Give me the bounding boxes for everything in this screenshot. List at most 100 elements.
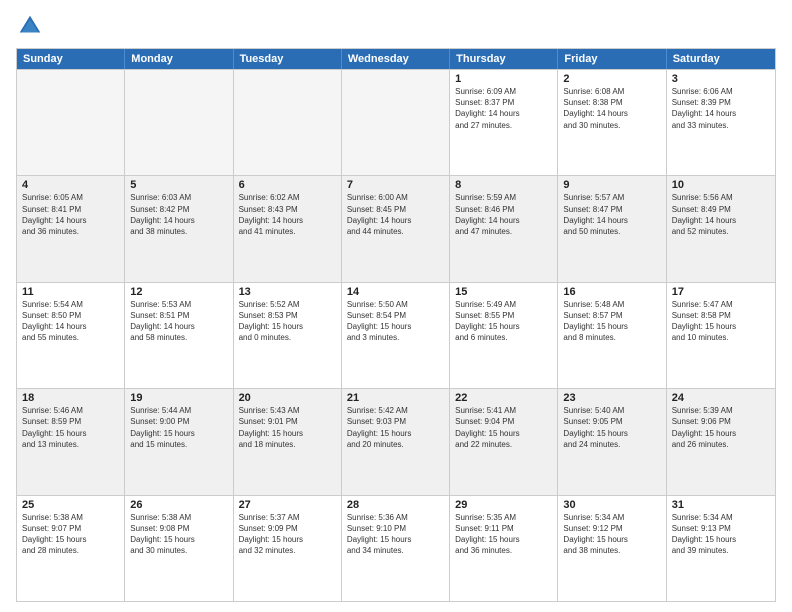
day-cell: 17Sunrise: 5:47 AM Sunset: 8:58 PM Dayli… bbox=[667, 283, 775, 388]
day-number: 14 bbox=[347, 286, 444, 298]
day-cell: 3Sunrise: 6:06 AM Sunset: 8:39 PM Daylig… bbox=[667, 70, 775, 175]
day-cell: 11Sunrise: 5:54 AM Sunset: 8:50 PM Dayli… bbox=[17, 283, 125, 388]
day-number: 13 bbox=[239, 286, 336, 298]
day-info: Sunrise: 5:41 AM Sunset: 9:04 PM Dayligh… bbox=[455, 405, 552, 450]
day-info: Sunrise: 5:34 AM Sunset: 9:13 PM Dayligh… bbox=[672, 512, 770, 557]
day-cell: 13Sunrise: 5:52 AM Sunset: 8:53 PM Dayli… bbox=[234, 283, 342, 388]
day-info: Sunrise: 5:54 AM Sunset: 8:50 PM Dayligh… bbox=[22, 299, 119, 344]
logo-icon bbox=[16, 12, 44, 40]
day-info: Sunrise: 6:09 AM Sunset: 8:37 PM Dayligh… bbox=[455, 86, 552, 131]
day-info: Sunrise: 5:49 AM Sunset: 8:55 PM Dayligh… bbox=[455, 299, 552, 344]
day-number: 21 bbox=[347, 392, 444, 404]
day-cell: 6Sunrise: 6:02 AM Sunset: 8:43 PM Daylig… bbox=[234, 176, 342, 281]
day-cell: 12Sunrise: 5:53 AM Sunset: 8:51 PM Dayli… bbox=[125, 283, 233, 388]
day-info: Sunrise: 5:47 AM Sunset: 8:58 PM Dayligh… bbox=[672, 299, 770, 344]
header bbox=[16, 12, 776, 40]
day-number: 16 bbox=[563, 286, 660, 298]
day-info: Sunrise: 5:56 AM Sunset: 8:49 PM Dayligh… bbox=[672, 192, 770, 237]
day-info: Sunrise: 5:43 AM Sunset: 9:01 PM Dayligh… bbox=[239, 405, 336, 450]
day-number: 3 bbox=[672, 73, 770, 85]
day-cell: 22Sunrise: 5:41 AM Sunset: 9:04 PM Dayli… bbox=[450, 389, 558, 494]
day-info: Sunrise: 6:03 AM Sunset: 8:42 PM Dayligh… bbox=[130, 192, 227, 237]
header-cell-tuesday: Tuesday bbox=[234, 49, 342, 69]
day-cell: 15Sunrise: 5:49 AM Sunset: 8:55 PM Dayli… bbox=[450, 283, 558, 388]
day-cell: 19Sunrise: 5:44 AM Sunset: 9:00 PM Dayli… bbox=[125, 389, 233, 494]
day-cell: 27Sunrise: 5:37 AM Sunset: 9:09 PM Dayli… bbox=[234, 496, 342, 601]
day-cell: 20Sunrise: 5:43 AM Sunset: 9:01 PM Dayli… bbox=[234, 389, 342, 494]
day-cell: 2Sunrise: 6:08 AM Sunset: 8:38 PM Daylig… bbox=[558, 70, 666, 175]
day-cell: 9Sunrise: 5:57 AM Sunset: 8:47 PM Daylig… bbox=[558, 176, 666, 281]
day-info: Sunrise: 6:08 AM Sunset: 8:38 PM Dayligh… bbox=[563, 86, 660, 131]
day-number: 12 bbox=[130, 286, 227, 298]
day-cell: 18Sunrise: 5:46 AM Sunset: 8:59 PM Dayli… bbox=[17, 389, 125, 494]
day-info: Sunrise: 5:48 AM Sunset: 8:57 PM Dayligh… bbox=[563, 299, 660, 344]
day-cell: 10Sunrise: 5:56 AM Sunset: 8:49 PM Dayli… bbox=[667, 176, 775, 281]
page: SundayMondayTuesdayWednesdayThursdayFrid… bbox=[0, 0, 792, 612]
day-info: Sunrise: 5:38 AM Sunset: 9:08 PM Dayligh… bbox=[130, 512, 227, 557]
day-number: 29 bbox=[455, 499, 552, 511]
day-number: 24 bbox=[672, 392, 770, 404]
day-info: Sunrise: 6:00 AM Sunset: 8:45 PM Dayligh… bbox=[347, 192, 444, 237]
day-info: Sunrise: 5:57 AM Sunset: 8:47 PM Dayligh… bbox=[563, 192, 660, 237]
day-cell: 7Sunrise: 6:00 AM Sunset: 8:45 PM Daylig… bbox=[342, 176, 450, 281]
calendar-header: SundayMondayTuesdayWednesdayThursdayFrid… bbox=[17, 49, 775, 69]
day-number: 2 bbox=[563, 73, 660, 85]
day-number: 5 bbox=[130, 179, 227, 191]
day-number: 20 bbox=[239, 392, 336, 404]
day-info: Sunrise: 5:38 AM Sunset: 9:07 PM Dayligh… bbox=[22, 512, 119, 557]
header-cell-wednesday: Wednesday bbox=[342, 49, 450, 69]
day-cell: 31Sunrise: 5:34 AM Sunset: 9:13 PM Dayli… bbox=[667, 496, 775, 601]
day-cell: 14Sunrise: 5:50 AM Sunset: 8:54 PM Dayli… bbox=[342, 283, 450, 388]
header-cell-sunday: Sunday bbox=[17, 49, 125, 69]
day-cell: 26Sunrise: 5:38 AM Sunset: 9:08 PM Dayli… bbox=[125, 496, 233, 601]
day-info: Sunrise: 5:53 AM Sunset: 8:51 PM Dayligh… bbox=[130, 299, 227, 344]
day-cell: 25Sunrise: 5:38 AM Sunset: 9:07 PM Dayli… bbox=[17, 496, 125, 601]
day-info: Sunrise: 6:05 AM Sunset: 8:41 PM Dayligh… bbox=[22, 192, 119, 237]
day-info: Sunrise: 6:06 AM Sunset: 8:39 PM Dayligh… bbox=[672, 86, 770, 131]
day-cell: 29Sunrise: 5:35 AM Sunset: 9:11 PM Dayli… bbox=[450, 496, 558, 601]
day-number: 25 bbox=[22, 499, 119, 511]
day-info: Sunrise: 5:50 AM Sunset: 8:54 PM Dayligh… bbox=[347, 299, 444, 344]
day-number: 23 bbox=[563, 392, 660, 404]
day-number: 28 bbox=[347, 499, 444, 511]
calendar-body: 1Sunrise: 6:09 AM Sunset: 8:37 PM Daylig… bbox=[17, 69, 775, 601]
day-cell bbox=[234, 70, 342, 175]
day-number: 9 bbox=[563, 179, 660, 191]
day-info: Sunrise: 5:34 AM Sunset: 9:12 PM Dayligh… bbox=[563, 512, 660, 557]
day-info: Sunrise: 5:40 AM Sunset: 9:05 PM Dayligh… bbox=[563, 405, 660, 450]
day-number: 18 bbox=[22, 392, 119, 404]
day-cell bbox=[342, 70, 450, 175]
day-cell: 16Sunrise: 5:48 AM Sunset: 8:57 PM Dayli… bbox=[558, 283, 666, 388]
day-cell: 4Sunrise: 6:05 AM Sunset: 8:41 PM Daylig… bbox=[17, 176, 125, 281]
day-number: 15 bbox=[455, 286, 552, 298]
day-number: 10 bbox=[672, 179, 770, 191]
day-number: 7 bbox=[347, 179, 444, 191]
week-row-1: 1Sunrise: 6:09 AM Sunset: 8:37 PM Daylig… bbox=[17, 69, 775, 175]
header-cell-saturday: Saturday bbox=[667, 49, 775, 69]
day-cell: 1Sunrise: 6:09 AM Sunset: 8:37 PM Daylig… bbox=[450, 70, 558, 175]
day-cell: 24Sunrise: 5:39 AM Sunset: 9:06 PM Dayli… bbox=[667, 389, 775, 494]
day-info: Sunrise: 5:42 AM Sunset: 9:03 PM Dayligh… bbox=[347, 405, 444, 450]
week-row-5: 25Sunrise: 5:38 AM Sunset: 9:07 PM Dayli… bbox=[17, 495, 775, 601]
day-cell bbox=[125, 70, 233, 175]
day-number: 31 bbox=[672, 499, 770, 511]
day-info: Sunrise: 5:37 AM Sunset: 9:09 PM Dayligh… bbox=[239, 512, 336, 557]
day-number: 30 bbox=[563, 499, 660, 511]
day-number: 11 bbox=[22, 286, 119, 298]
day-number: 26 bbox=[130, 499, 227, 511]
day-info: Sunrise: 5:39 AM Sunset: 9:06 PM Dayligh… bbox=[672, 405, 770, 450]
calendar: SundayMondayTuesdayWednesdayThursdayFrid… bbox=[16, 48, 776, 602]
day-info: Sunrise: 5:59 AM Sunset: 8:46 PM Dayligh… bbox=[455, 192, 552, 237]
day-number: 6 bbox=[239, 179, 336, 191]
day-info: Sunrise: 5:52 AM Sunset: 8:53 PM Dayligh… bbox=[239, 299, 336, 344]
week-row-4: 18Sunrise: 5:46 AM Sunset: 8:59 PM Dayli… bbox=[17, 388, 775, 494]
day-cell: 8Sunrise: 5:59 AM Sunset: 8:46 PM Daylig… bbox=[450, 176, 558, 281]
day-cell: 5Sunrise: 6:03 AM Sunset: 8:42 PM Daylig… bbox=[125, 176, 233, 281]
header-cell-thursday: Thursday bbox=[450, 49, 558, 69]
day-number: 4 bbox=[22, 179, 119, 191]
header-cell-monday: Monday bbox=[125, 49, 233, 69]
week-row-2: 4Sunrise: 6:05 AM Sunset: 8:41 PM Daylig… bbox=[17, 175, 775, 281]
day-cell bbox=[17, 70, 125, 175]
day-info: Sunrise: 5:36 AM Sunset: 9:10 PM Dayligh… bbox=[347, 512, 444, 557]
day-number: 19 bbox=[130, 392, 227, 404]
